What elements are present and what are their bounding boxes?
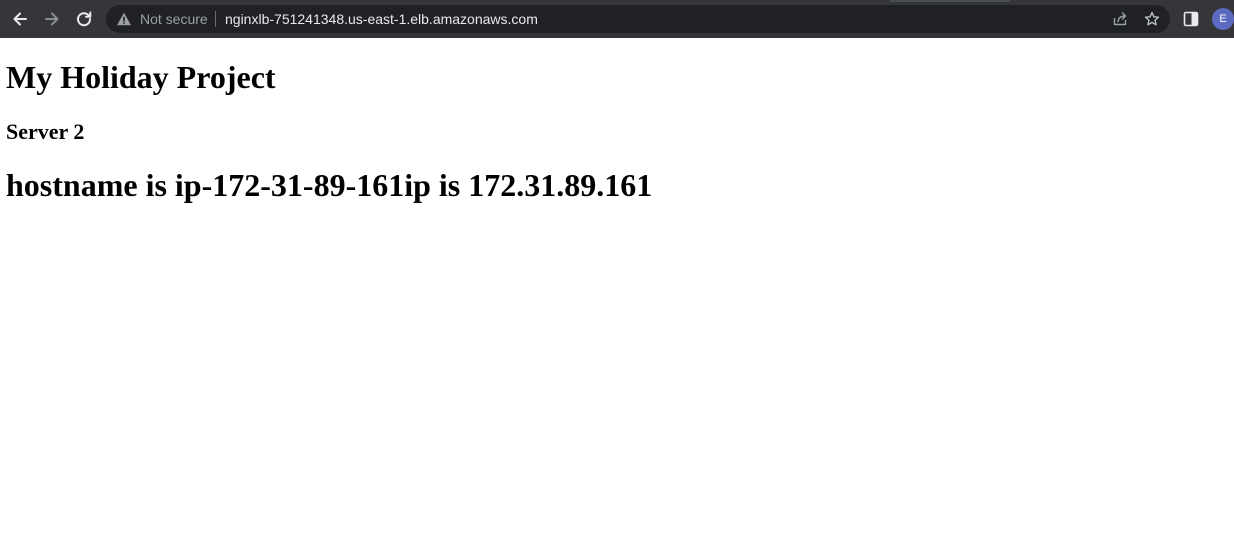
security-status-label[interactable]: Not secure [140, 5, 208, 33]
warning-icon[interactable] [116, 11, 132, 27]
back-arrow-icon [13, 12, 27, 26]
share-icon[interactable] [1112, 11, 1128, 27]
side-panel-icon[interactable] [1183, 11, 1199, 27]
reload-icon [77, 11, 92, 27]
address-bar[interactable]: Not secure nginxlb-751241348.us-east-1.e… [106, 5, 1170, 33]
server-label: Server 2 [6, 119, 85, 144]
page-title: My Holiday Project [6, 59, 276, 95]
page-content: My Holiday Project Server 2 hostname is … [0, 38, 1234, 533]
star-icon[interactable] [1144, 11, 1160, 27]
tab-strip-edge [890, 0, 1010, 2]
profile-avatar[interactable]: E [1212, 8, 1234, 30]
browser-toolbar: Not secure nginxlb-751241348.us-east-1.e… [0, 0, 1234, 38]
forward-button[interactable] [40, 7, 64, 31]
reload-button[interactable] [72, 7, 96, 31]
host-info-text: hostname is ip-172-31-89-161ip is 172.31… [6, 167, 653, 203]
url-text[interactable]: nginxlb-751241348.us-east-1.elb.amazonaw… [225, 5, 538, 33]
forward-arrow-icon [45, 12, 59, 26]
back-button[interactable] [8, 7, 32, 31]
omnibox-divider [215, 11, 216, 27]
